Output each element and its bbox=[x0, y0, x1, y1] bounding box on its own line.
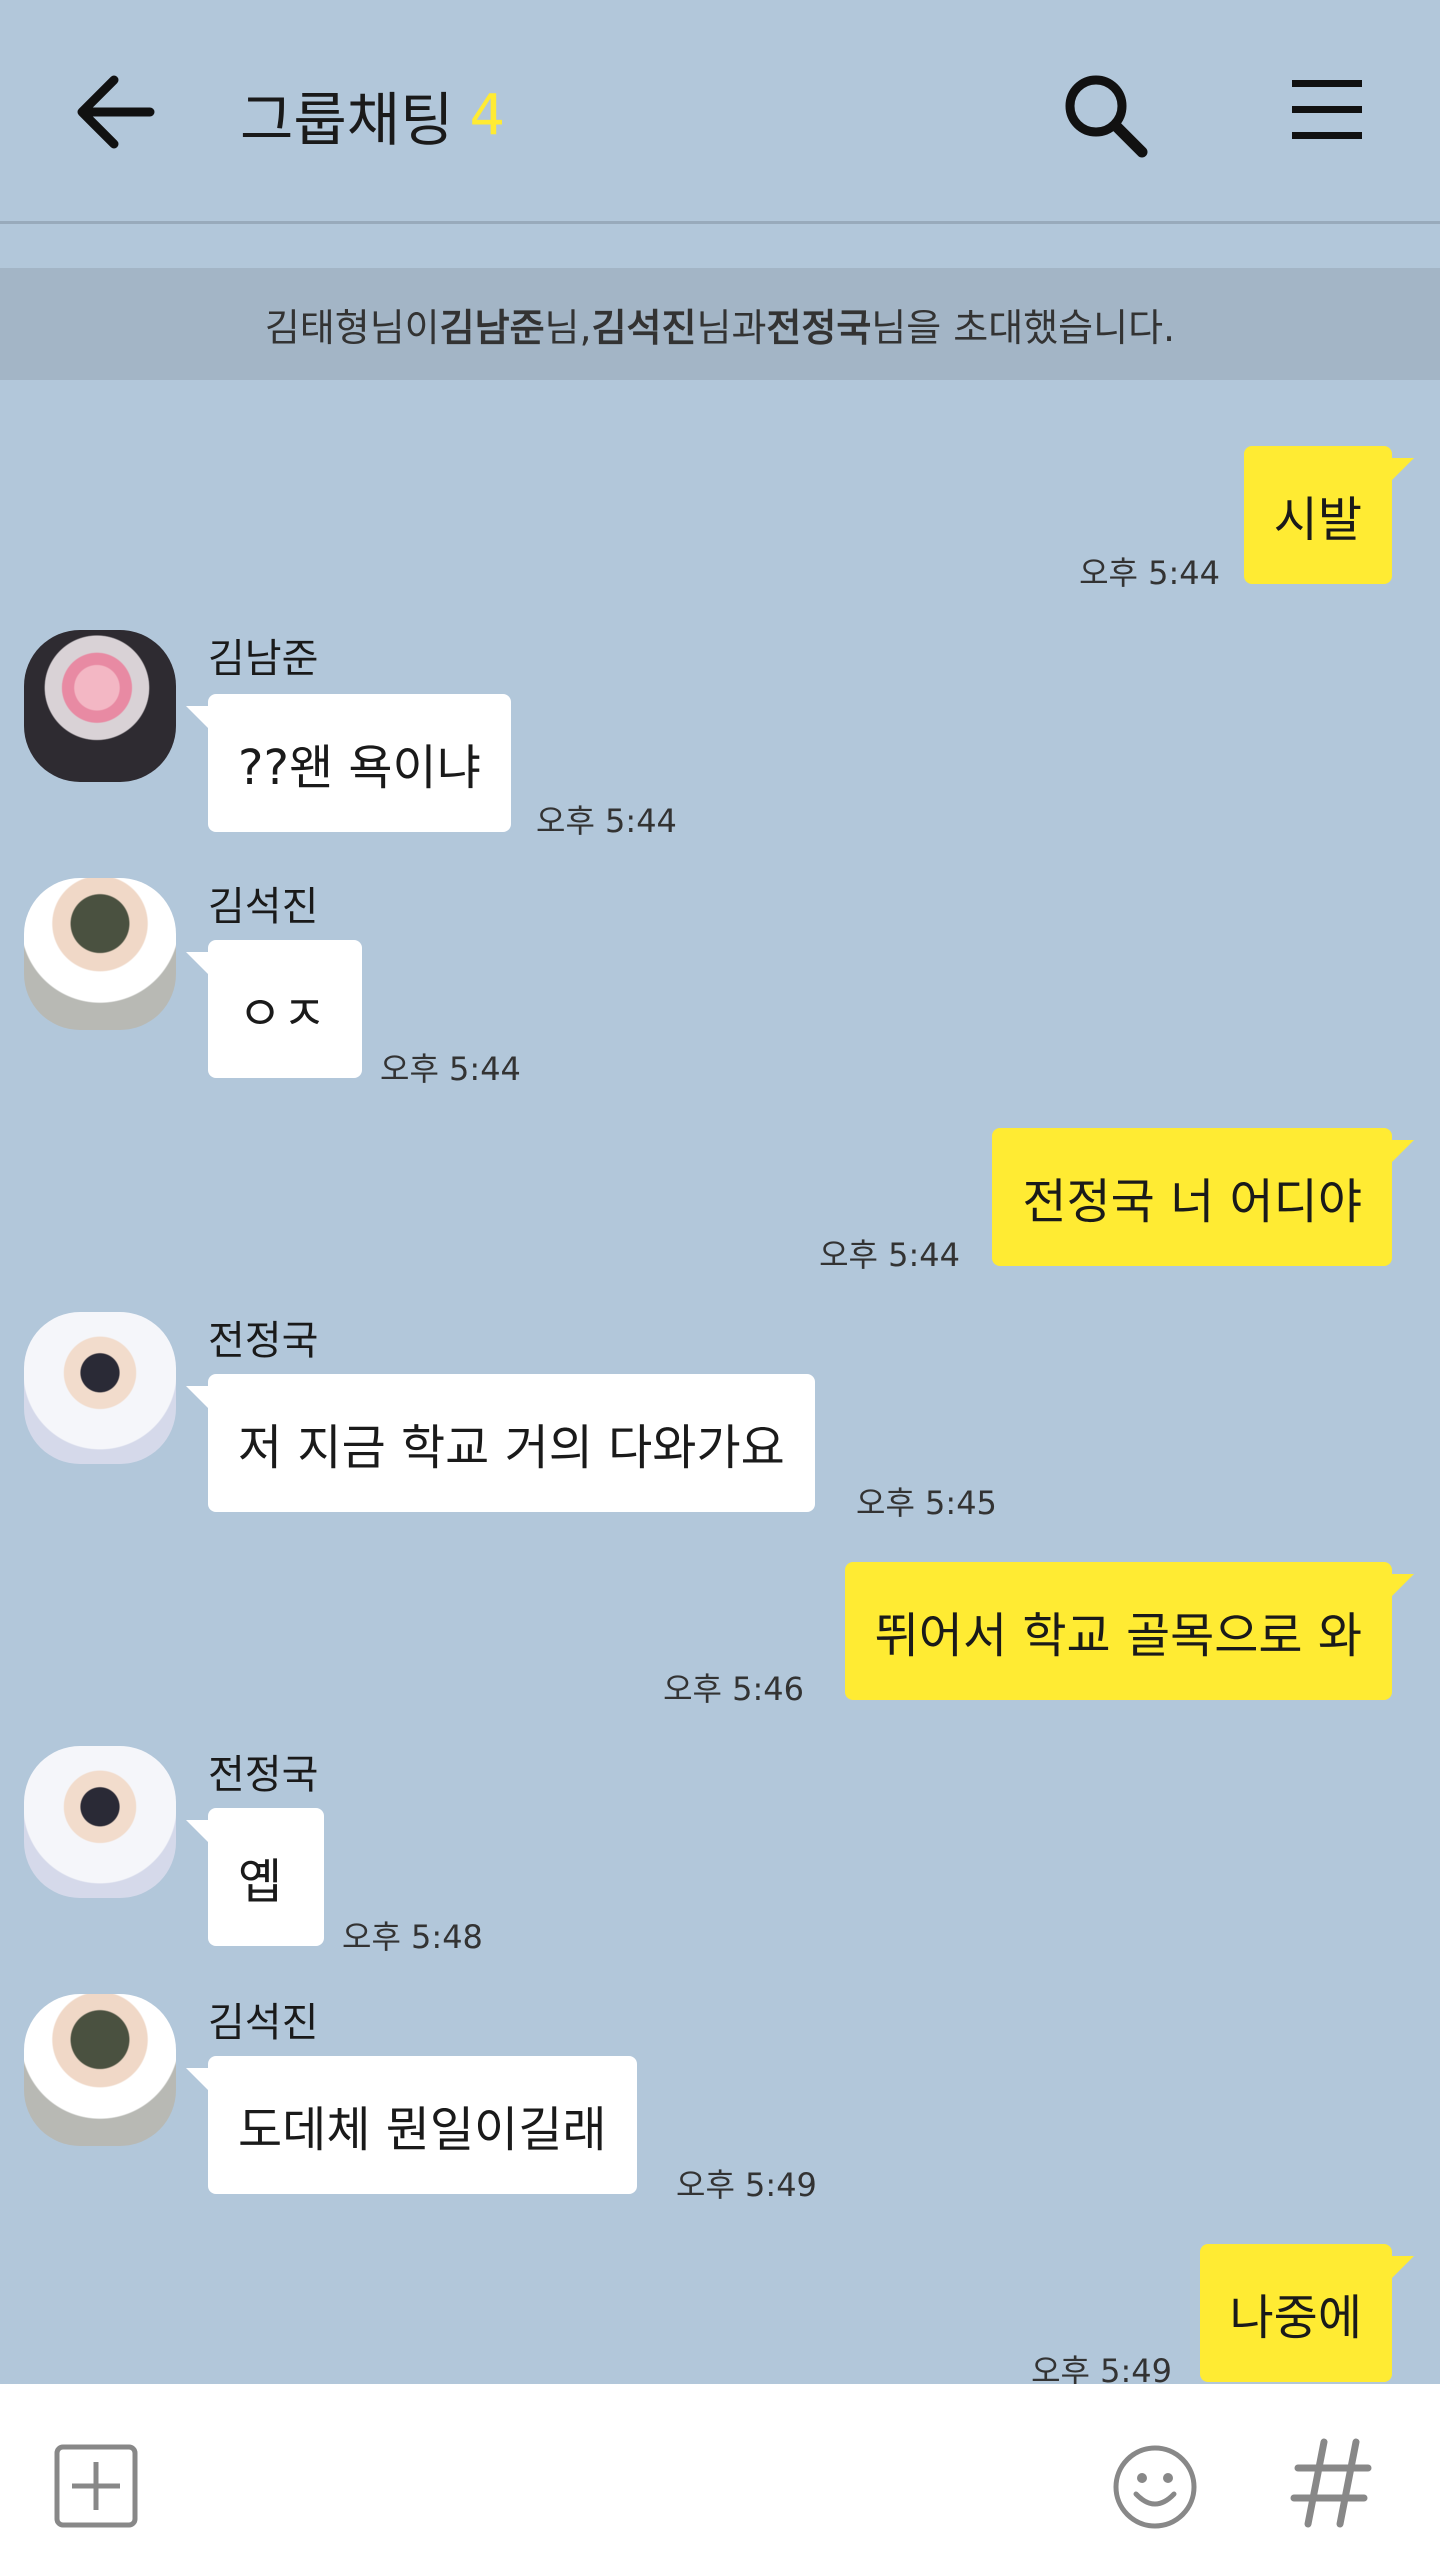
avatar[interactable] bbox=[24, 1312, 176, 1464]
message-time: 오후 5:44 bbox=[819, 1236, 960, 1274]
notice-separator: 님, bbox=[544, 305, 592, 350]
plus-square-icon bbox=[54, 2444, 138, 2528]
sender-name: 전정국 bbox=[208, 1318, 319, 1364]
message-time: 오후 5:48 bbox=[342, 1918, 483, 1956]
invite-notice: 김태형님이 김남준 님, 김석진 님과 전정국 님을 초대했습니다. bbox=[0, 268, 1440, 380]
search-icon bbox=[1065, 75, 1148, 158]
sender-name: 김석진 bbox=[208, 884, 319, 930]
sender-name: 전정국 bbox=[208, 1752, 319, 1798]
outgoing-message-bubble[interactable]: 나중에 bbox=[1199, 2244, 1415, 2382]
notice-tail: 님을 초대했습니다. bbox=[871, 305, 1176, 350]
avatar[interactable] bbox=[24, 878, 176, 1030]
avatar[interactable] bbox=[24, 1746, 176, 1898]
avatar[interactable] bbox=[24, 630, 176, 782]
outgoing-message-bubble[interactable]: 뛰어서 학교 골목으로 와 bbox=[844, 1562, 1415, 1700]
hamburger-menu-icon bbox=[1292, 80, 1362, 139]
incoming-message-bubble[interactable]: 옙 bbox=[186, 1808, 324, 1946]
message-time: 오후 5:44 bbox=[1079, 554, 1220, 592]
message-time: 오후 5:46 bbox=[663, 1670, 804, 1708]
hashtag-button[interactable] bbox=[1290, 2436, 1372, 2530]
incoming-message-bubble[interactable]: 저 지금 학교 거의 다와가요 bbox=[186, 1374, 815, 1512]
sender-name: 김남준 bbox=[208, 636, 319, 682]
incoming-message-bubble[interactable]: 도데체 뭔일이길래 bbox=[186, 2056, 637, 2194]
sender-name: 김석진 bbox=[208, 2000, 319, 2046]
chat-header: 그룹채팅 4 bbox=[0, 0, 1440, 224]
outgoing-message-bubble[interactable]: 전정국 너 어디야 bbox=[992, 1128, 1414, 1266]
message-time: 오후 5:45 bbox=[856, 1484, 997, 1522]
incoming-message-bubble[interactable]: ??왠 욕이냐 bbox=[186, 694, 511, 832]
message-time: 오후 5:44 bbox=[536, 802, 677, 840]
chat-title: 그룹채팅 bbox=[240, 86, 454, 154]
notice-invitee: 김석진 bbox=[591, 305, 697, 350]
outgoing-message-bubble[interactable]: 시발 bbox=[1243, 446, 1415, 584]
emoji-button[interactable] bbox=[1112, 2444, 1198, 2530]
notice-invitee: 전정국 bbox=[766, 305, 872, 350]
message-composer bbox=[0, 2384, 1440, 2576]
back-button[interactable] bbox=[70, 72, 160, 152]
incoming-message-bubble[interactable]: ㅇㅈ bbox=[186, 940, 362, 1078]
smiley-icon bbox=[1113, 2445, 1197, 2529]
arrow-left-icon bbox=[77, 75, 155, 149]
search-button[interactable] bbox=[1060, 70, 1150, 160]
notice-inviter: 김태형님이 bbox=[264, 305, 440, 350]
message-time: 오후 5:44 bbox=[380, 1050, 521, 1088]
message-time: 오후 5:49 bbox=[676, 2166, 817, 2204]
notice-invitee: 김남준 bbox=[439, 305, 545, 350]
avatar[interactable] bbox=[24, 1994, 176, 2146]
chat-title-area: 그룹채팅 4 bbox=[240, 70, 505, 160]
attach-button[interactable] bbox=[54, 2444, 138, 2528]
hashtag-icon bbox=[1290, 2438, 1372, 2528]
notice-separator: 님과 bbox=[696, 305, 767, 350]
menu-button[interactable] bbox=[1290, 76, 1364, 142]
member-count: 4 bbox=[469, 82, 506, 148]
